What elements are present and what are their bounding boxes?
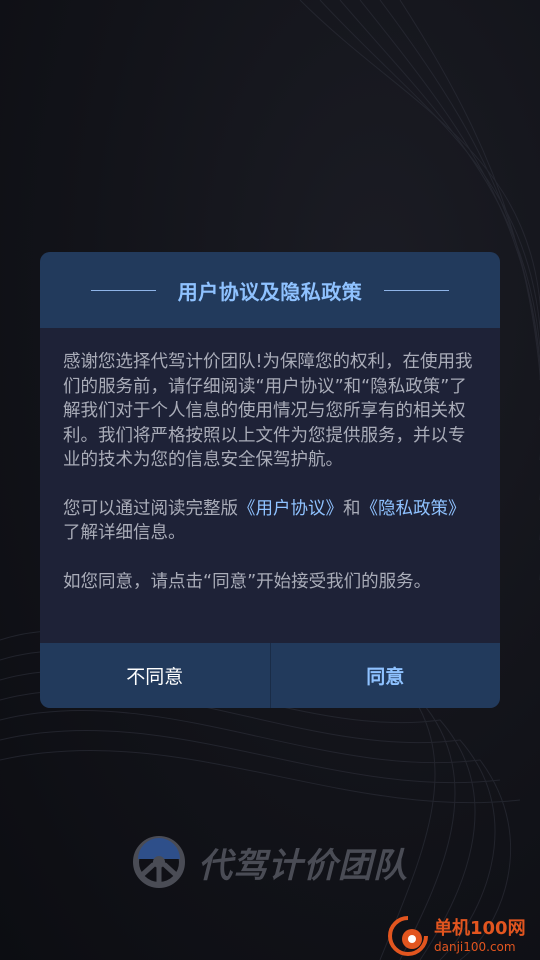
watermark-text: 单机100网 danji100.com [434,918,526,954]
privacy-dialog: 用户协议及隐私政策 感谢您选择代驾计价团队!为保障您的权利，在使用我们的服务前，… [40,252,500,708]
header-left-divider [90,289,156,291]
user-agreement-link[interactable]: 《用户协议》 [238,499,343,519]
consent-instruction-text: 如您同意，请点击“同意”开始接受我们的服务。 [63,571,432,592]
privacy-policy-link[interactable]: 《隐私政策》 [361,499,466,519]
dialog-body: 感谢您选择代驾计价团队!为保障您的权利，在使用我们的服务前，请仔细阅读“用户协议… [40,328,500,594]
links-conjunction: 和 [343,498,361,519]
disagree-button[interactable]: 不同意 [40,643,271,708]
dialog-header: 用户协议及隐私政策 [40,252,500,328]
links-suffix: 了解详细信息。 [63,523,186,543]
dialog-title: 用户协议及隐私政策 [177,279,363,304]
watermark-domain: danji100.com [434,940,516,954]
agree-button[interactable]: 同意 [271,643,501,708]
site-watermark: 单机100网 danji100.com [386,912,526,960]
steering-wheel-icon [133,836,185,888]
app-brand: 代驾计价团队 [132,834,408,890]
agreement-intro-text: 感谢您选择代驾计价团队!为保障您的权利，在使用我们的服务前，请仔细阅读“用户协议… [63,352,473,470]
links-prefix: 您可以通过阅读完整版 [63,498,238,519]
danji-logo-icon [388,916,428,956]
dialog-footer: 不同意 同意 [40,643,500,708]
watermark-name: 单机100网 [434,918,526,939]
header-right-divider [384,289,450,291]
agreement-links-text: 您可以通过阅读完整版《用户协议》和《隐私政策》了解详细信息。 [63,497,478,546]
brand-name: 代驾计价团队 [198,845,408,886]
